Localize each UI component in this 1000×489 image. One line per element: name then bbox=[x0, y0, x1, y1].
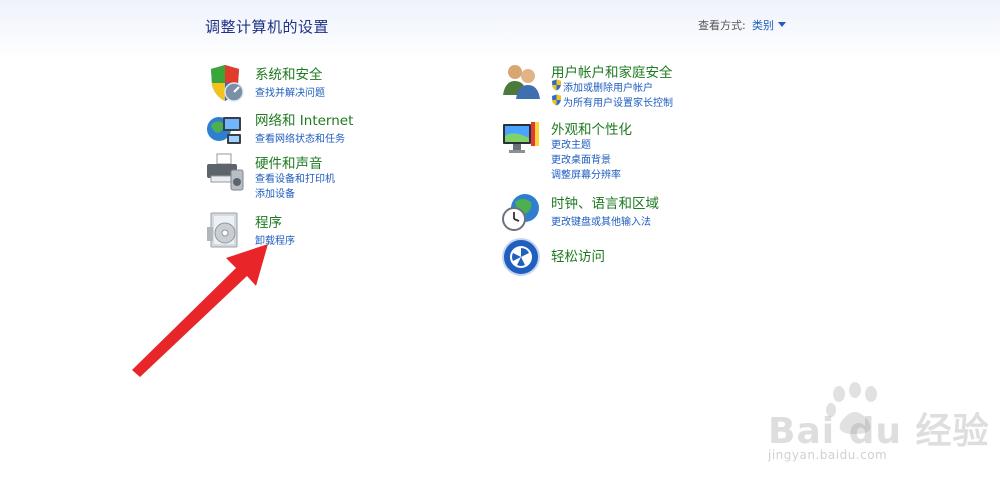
watermark-logo-text: Bai du 经验 bbox=[768, 411, 990, 452]
watermark-url: jingyan.baidu.com bbox=[768, 448, 888, 462]
